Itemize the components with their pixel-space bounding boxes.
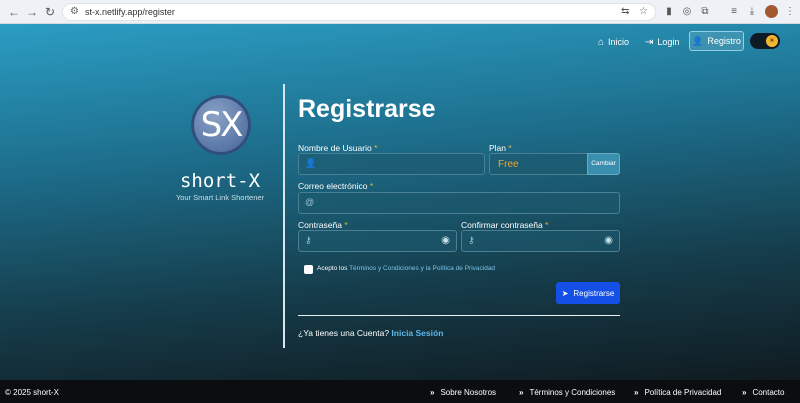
username-label: Nombre de Usuario *: [298, 143, 378, 153]
terms-link[interactable]: Términos y Condiciones: [349, 265, 419, 272]
media-icon[interactable]: ≡: [727, 5, 741, 19]
nav-registro[interactable]: 👤 Registro: [689, 31, 744, 51]
address-bar[interactable]: ⚙ st-x.netlify.app/register ⇆ ☆: [62, 3, 656, 21]
confirm-password-label: Confirmar contraseña *: [461, 220, 549, 230]
back-icon[interactable]: ←: [6, 4, 22, 20]
browser-toolbar: ← → ↻ ⚙ st-x.netlify.app/register ⇆ ☆ ▮ …: [0, 0, 800, 24]
login-link[interactable]: Inicia Sesión: [391, 328, 443, 338]
login-prompt: ¿Ya tienes una Cuenta? Inicia Sesión: [298, 328, 444, 338]
logo: SX: [191, 95, 251, 155]
plan-field: Free: [489, 153, 588, 175]
plan-label: Plan *: [489, 143, 512, 153]
register-button[interactable]: ➤ Registrarse: [556, 282, 620, 304]
nav-login[interactable]: ⇥ Login: [645, 33, 679, 51]
email-label: Correo electrónico *: [298, 181, 374, 191]
user-plus-icon: 👤: [692, 35, 704, 46]
privacy-link[interactable]: Política de Privacidad: [433, 265, 496, 272]
chevron-double-right-icon: »: [430, 388, 435, 397]
forward-icon[interactable]: →: [24, 4, 40, 20]
tune-icon[interactable]: ⚙: [70, 6, 79, 17]
chevron-double-right-icon: »: [742, 388, 747, 397]
password-field[interactable]: ⚷ ◉: [298, 230, 457, 252]
sun-icon: ☀: [766, 35, 778, 47]
nav-login-label: Login: [657, 37, 680, 47]
login-icon: ⇥: [645, 36, 654, 48]
menu-icon[interactable]: ⋮: [783, 5, 797, 19]
username-field[interactable]: 👤: [298, 153, 485, 175]
key-icon: ⚷: [468, 235, 475, 245]
reload-icon[interactable]: ↻: [42, 4, 58, 20]
footer-link-privacy[interactable]: » Política de Privacidad: [634, 388, 721, 397]
translate-icon[interactable]: ⇆: [621, 6, 629, 17]
star-icon[interactable]: ☆: [639, 6, 648, 17]
terms-checkbox[interactable]: [304, 265, 313, 274]
extension-icon[interactable]: ▮: [662, 5, 676, 19]
brand-tagline: Your Smart Link Shortener: [175, 193, 265, 202]
footer: © 2025 short-X » Sobre Nosotros » Términ…: [0, 380, 800, 403]
email-field[interactable]: @: [298, 192, 620, 214]
footer-link-terms[interactable]: » Términos y Condiciones: [519, 388, 615, 397]
chevron-double-right-icon: »: [634, 388, 639, 397]
eye-icon[interactable]: ◉: [441, 235, 450, 246]
brand-name: short-X: [179, 170, 261, 192]
confirm-password-field[interactable]: ⚷ ◉: [461, 230, 620, 252]
eye-icon[interactable]: ◉: [604, 235, 613, 246]
send-icon: ➤: [561, 288, 569, 298]
url-text[interactable]: st-x.netlify.app/register: [85, 7, 175, 17]
chevron-double-right-icon: »: [519, 388, 524, 397]
theme-toggle[interactable]: ☀: [750, 33, 780, 49]
home-icon: ⌂: [598, 36, 605, 48]
user-icon: 👤: [305, 158, 317, 168]
password-label: Contraseña *: [298, 220, 348, 230]
at-icon: @: [305, 197, 315, 207]
footer-link-contact[interactable]: » Contacto: [742, 388, 784, 397]
key-icon: ⚷: [305, 235, 312, 245]
footer-link-about[interactable]: » Sobre Nosotros: [430, 388, 496, 397]
page-title: Registrarse: [298, 95, 436, 123]
profile-avatar[interactable]: [765, 5, 778, 18]
copyright: © 2025 short-X: [5, 388, 59, 397]
download-icon[interactable]: ⤓: [745, 5, 759, 19]
form-divider: [298, 315, 620, 316]
nav-registro-label: Registro: [707, 36, 741, 46]
nav-inicio-label: Inicio: [608, 37, 630, 47]
change-plan-button[interactable]: Cambiar: [587, 153, 620, 175]
nav-inicio[interactable]: ⌂ Inicio: [598, 33, 629, 51]
puzzle-icon[interactable]: ⧉: [698, 5, 712, 19]
extension-icon[interactable]: ◎: [680, 5, 694, 19]
terms-text: Acepto los Términos y Condiciones y la P…: [317, 265, 496, 272]
divider: [283, 84, 285, 348]
